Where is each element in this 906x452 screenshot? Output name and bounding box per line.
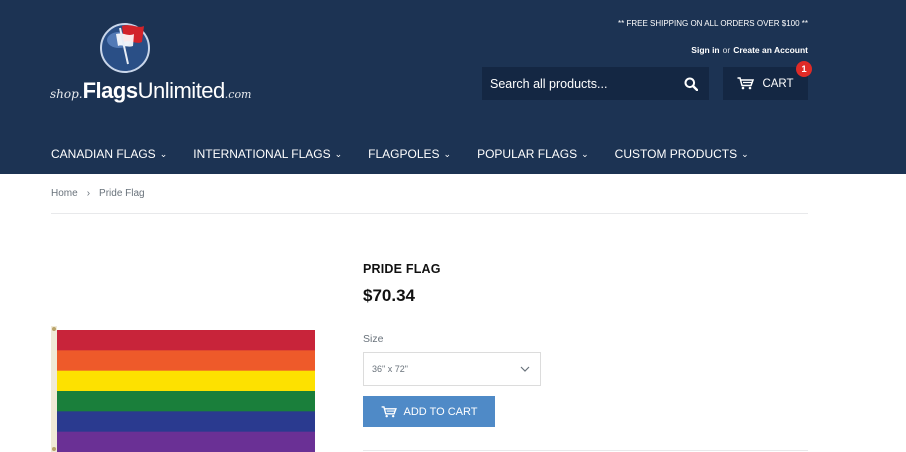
size-label: Size — [363, 333, 384, 345]
product-price: $70.34 — [363, 286, 415, 305]
search-form — [482, 67, 709, 100]
flag-stripe — [57, 370, 315, 392]
nav-item-label: FLAGPOLES — [368, 147, 440, 161]
chevron-down-icon: ⌄ — [443, 148, 452, 159]
search-input[interactable] — [482, 67, 672, 100]
nav-item-label: CUSTOM PRODUCTS — [614, 147, 738, 161]
globe-flag-logo-icon — [100, 23, 150, 73]
free-shipping-banner: ** FREE SHIPPING ON ALL ORDERS OVER $100… — [618, 19, 808, 28]
divider — [363, 450, 808, 451]
search-button[interactable] — [673, 67, 709, 100]
flag-stripe — [57, 431, 315, 452]
chevron-down-icon — [520, 366, 530, 372]
logo-prefix: shop. — [50, 87, 83, 101]
flag-stripe — [57, 330, 315, 351]
create-account-link[interactable]: Create an Account — [733, 45, 808, 55]
add-to-cart-button[interactable]: ADD TO CART — [363, 396, 495, 427]
logo-wordmark: shop.FlagsUnlimited.com — [50, 78, 252, 104]
nav-item-canadian-flags[interactable]: CANADIAN FLAGS ⌄ — [51, 147, 167, 161]
chevron-down-icon: ⌄ — [581, 148, 589, 159]
nav-item-label: POPULAR FLAGS — [477, 147, 578, 161]
cart-count-badge: 1 — [796, 61, 812, 77]
product-image-pride-flag[interactable] — [51, 326, 315, 452]
divider — [51, 213, 808, 214]
nav-item-flagpoles[interactable]: FLAGPOLES ⌄ — [368, 147, 451, 161]
chevron-down-icon: ⌄ — [159, 148, 168, 159]
nav-item-label: CANADIAN FLAGS — [51, 147, 156, 161]
breadcrumb-home-link[interactable]: Home — [51, 188, 78, 199]
account-links: Sign in or Create an Account — [691, 45, 808, 55]
cart-button[interactable]: CART 1 — [723, 61, 812, 100]
chevron-down-icon: ⌄ — [741, 148, 749, 159]
nav-item-custom-products[interactable]: CUSTOM PRODUCTS ⌄ — [615, 147, 749, 161]
logo-brand-regular: Unlimited — [137, 78, 226, 103]
search-icon — [684, 77, 698, 91]
site-logo[interactable]: shop.FlagsUnlimited.com — [50, 20, 290, 110]
cart-icon — [737, 77, 755, 90]
add-to-cart-label: ADD TO CART — [403, 405, 478, 418]
cart-icon — [381, 405, 397, 417]
site-header: shop.FlagsUnlimited.com ** FREE SHIPPING… — [0, 0, 906, 174]
nav-item-international-flags[interactable]: INTERNATIONAL FLAGS ⌄ — [193, 147, 342, 161]
flag-stripe — [57, 411, 315, 433]
flag-grommet — [52, 447, 56, 451]
size-selected-value: 36" x 72" — [372, 364, 408, 374]
size-select[interactable]: 36" x 72" — [363, 352, 541, 386]
breadcrumb-separator: › — [86, 188, 91, 199]
sign-in-link[interactable]: Sign in — [691, 45, 719, 55]
flag-grommet — [52, 327, 56, 331]
flag-header-sleeve — [51, 326, 57, 452]
logo-suffix: .com — [224, 88, 252, 101]
chevron-down-icon: ⌄ — [334, 148, 343, 159]
nav-item-label: INTERNATIONAL FLAGS — [193, 147, 331, 161]
nav-item-popular-flags[interactable]: POPULAR FLAGS ⌄ — [477, 147, 589, 161]
account-or-text: or — [722, 45, 731, 55]
breadcrumb: Home › Pride Flag — [51, 188, 145, 199]
cart-label: CART — [762, 77, 794, 90]
flag-stripe — [57, 350, 315, 372]
product-title: PRIDE FLAG — [363, 262, 441, 276]
breadcrumb-current: Pride Flag — [99, 188, 145, 199]
main-navigation: CANADIAN FLAGS ⌄ INTERNATIONAL FLAGS ⌄ FLA… — [51, 147, 749, 161]
flag-stripe — [57, 391, 315, 412]
logo-brand-bold: Flags — [82, 78, 138, 103]
